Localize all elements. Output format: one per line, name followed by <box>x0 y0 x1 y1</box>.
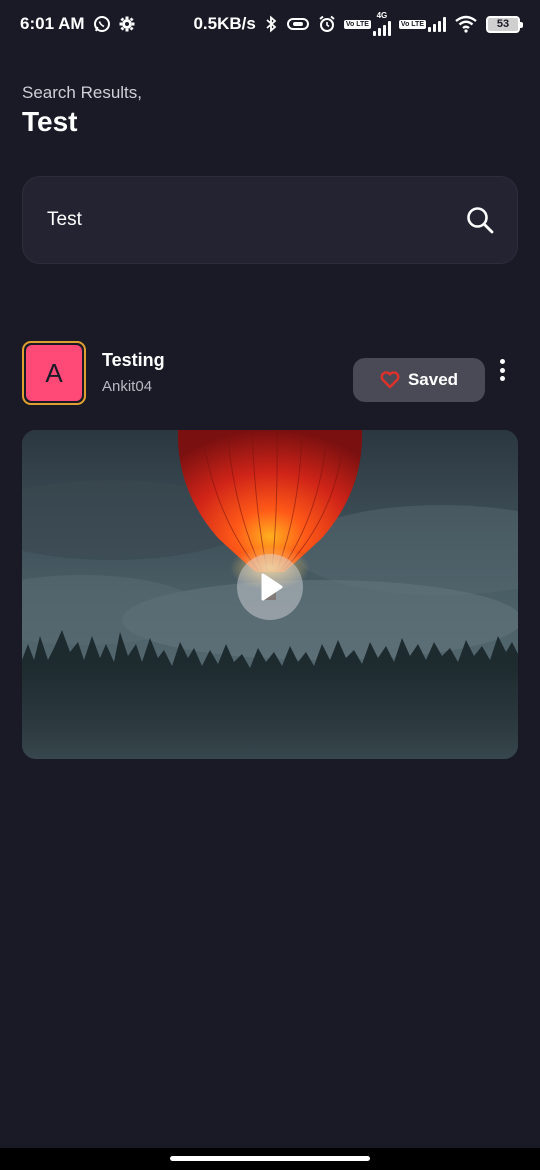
post-author[interactable]: Ankit04 <box>102 378 152 395</box>
post-title[interactable]: Testing <box>102 350 165 371</box>
signal-2-icon: Vo LTE <box>398 16 446 32</box>
play-button[interactable] <box>237 554 303 620</box>
whatsapp-icon <box>93 15 111 33</box>
lte-badge-2: Vo LTE <box>398 19 426 29</box>
search-icon[interactable] <box>465 205 495 235</box>
bluetooth-icon <box>264 15 278 33</box>
wifi-icon <box>454 15 478 33</box>
vibrate-icon <box>286 16 310 32</box>
heart-outline-icon <box>380 371 400 389</box>
system-nav-bar <box>0 1148 540 1170</box>
search-bar <box>22 176 518 264</box>
net-speed: 0.5KB/s <box>193 14 256 33</box>
saved-button[interactable]: Saved <box>353 358 485 402</box>
page-title: Test <box>22 106 78 137</box>
search-input[interactable] <box>47 209 427 231</box>
status-bar: 6:01 AM 0.5KB/s Vo LTE 4G Vo LTE 53 <box>0 0 540 48</box>
avatar-letter: A <box>26 345 82 401</box>
settings-icon <box>119 16 135 32</box>
more-vertical-icon[interactable] <box>494 356 510 384</box>
alarm-icon <box>318 15 336 33</box>
play-icon <box>261 573 283 601</box>
home-indicator[interactable] <box>170 1156 370 1161</box>
lte-badge: Vo LTE <box>343 19 371 29</box>
signal-icon: Vo LTE 4G <box>343 11 391 36</box>
avatar[interactable]: A <box>22 341 86 405</box>
battery-icon: 53 <box>486 15 523 33</box>
saved-label: Saved <box>407 370 459 389</box>
network-type: 4G <box>376 11 388 20</box>
status-time: 6:01 AM <box>20 14 85 33</box>
search-results-caption: Search Results, <box>22 83 142 102</box>
video-thumbnail[interactable] <box>22 430 518 759</box>
